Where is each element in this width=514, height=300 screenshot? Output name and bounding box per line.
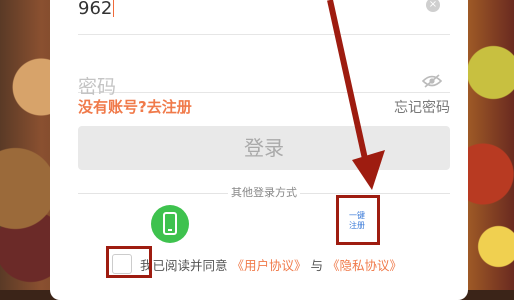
- annotation-box-checkbox: [106, 246, 152, 278]
- agreement-text: 我已阅读并同意 《用户协议》 与 《隐私协议》: [140, 255, 402, 274]
- register-link[interactable]: 没有账号?去注册: [78, 96, 192, 117]
- agree-and: 与: [310, 258, 324, 273]
- other-login-label: 其他登录方式: [231, 186, 297, 199]
- annotation-box-one-key: [336, 195, 380, 245]
- login-button[interactable]: 登录: [78, 126, 450, 170]
- phone-login-button[interactable]: [151, 205, 189, 243]
- phone-icon: [163, 212, 177, 235]
- account-input[interactable]: 962: [78, 0, 115, 19]
- agreement-row: 我已阅读并同意 《用户协议》 与 《隐私协议》: [112, 252, 454, 274]
- password-input[interactable]: 密码: [78, 72, 116, 99]
- password-field[interactable]: 密码: [78, 48, 450, 98]
- clear-icon[interactable]: ×: [426, 0, 440, 12]
- eye-icon[interactable]: [422, 74, 442, 88]
- forgot-password-link[interactable]: 忘记密码: [394, 97, 450, 117]
- account-field[interactable]: 962 ×: [78, 0, 450, 35]
- user-agreement-link[interactable]: 《用户协议》: [232, 258, 307, 273]
- agree-prefix: 我已阅读并同意: [140, 258, 228, 273]
- text-cursor: [113, 0, 115, 17]
- links-row: 没有账号?去注册 忘记密码: [78, 96, 450, 118]
- divider-line-right: [300, 193, 450, 194]
- other-login-divider: 其他登录方式: [78, 186, 450, 200]
- privacy-agreement-link[interactable]: 《隐私协议》: [327, 258, 402, 273]
